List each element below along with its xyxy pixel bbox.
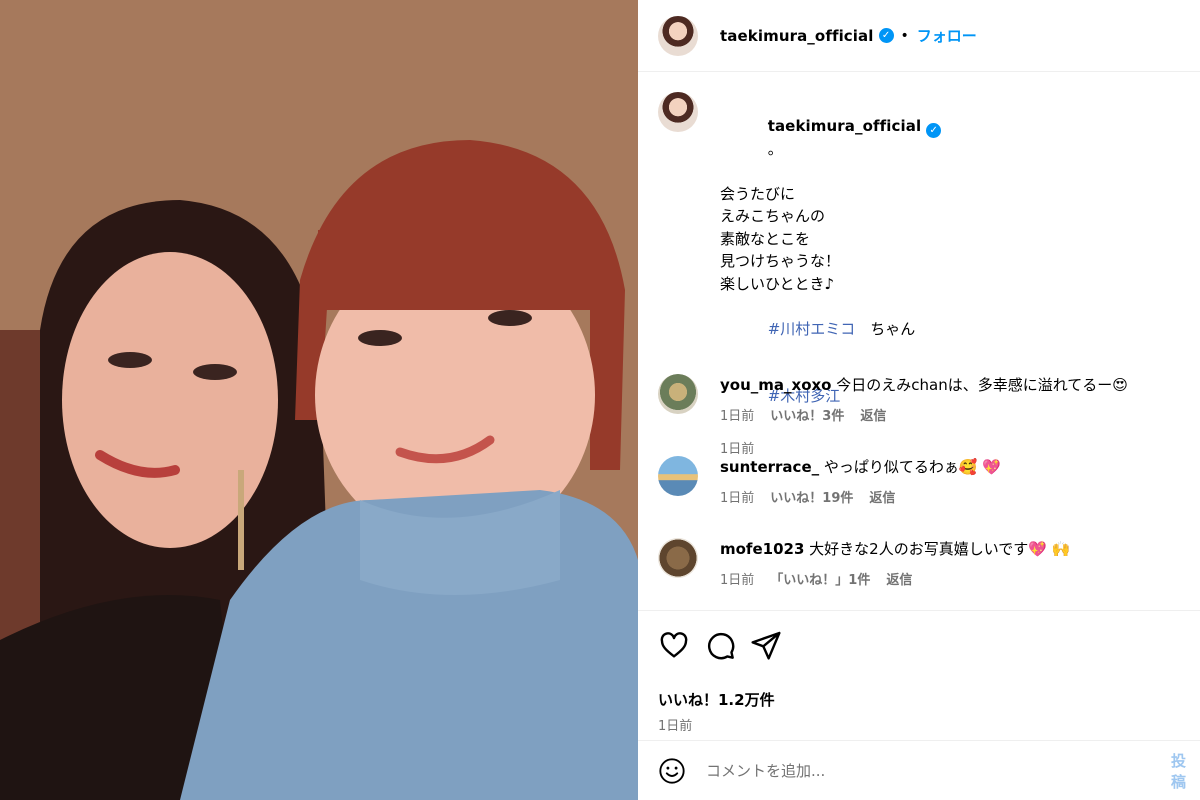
comment-item: sunterrace_ やっぱり似てるわぁ🥰 💖 1日前 いいね！19件 返信 (658, 456, 1188, 506)
caption-line: 。 (767, 139, 783, 158)
verified-badge-icon: ✓ (878, 28, 894, 43)
caption-line: 素敵なとこを (720, 229, 811, 248)
caption-line: 楽しいひととき♪ (720, 274, 835, 293)
caption-line: えみこちゃんの (720, 207, 826, 225)
author-username[interactable]: taekimura_official (720, 27, 874, 45)
comment-likes[interactable]: 「いいね！」1件 (770, 569, 870, 588)
comment-item: you_ma_xoxo 今日のえみchanは、多幸感に溢れてるー😍 1日前 いい… (658, 374, 1188, 424)
caption-username[interactable]: taekimura_official (768, 117, 922, 135)
caption-line: 見つけちゃうな！ (720, 252, 841, 270)
reply-button[interactable]: 返信 (860, 405, 886, 424)
comment-timestamp[interactable]: 1日前 (720, 569, 754, 588)
comment-input[interactable] (706, 761, 1126, 780)
comment-item: mofe1023 大好きな2人のお写真嬉しいです💖 🙌 1日前 「いいね！」1件… (658, 538, 1188, 588)
post-photo[interactable] (0, 0, 638, 800)
post-header: taekimura_official ✓ • フォロー (638, 0, 1200, 72)
caption-author-avatar[interactable] (658, 92, 698, 132)
commenter-avatar[interactable] (658, 456, 698, 496)
comment-text: やっぱり似てるわぁ🥰 💖 (823, 458, 1002, 476)
separator-dot: • (900, 27, 909, 44)
comment-text: 大好きな2人のお写真嬉しいです💖 🙌 (809, 540, 1071, 558)
reply-button[interactable]: 返信 (869, 487, 895, 506)
reply-button[interactable]: 返信 (886, 569, 912, 588)
comment-username[interactable]: mofe1023 (720, 540, 804, 558)
comment-composer: 投稿 (638, 740, 1200, 800)
commenter-avatar[interactable] (658, 374, 698, 414)
photo-illustration (0, 0, 638, 800)
comment-timestamp[interactable]: 1日前 (720, 405, 754, 424)
heart-icon[interactable] (658, 629, 690, 661)
post-comment-button[interactable]: 投稿 (1171, 750, 1200, 792)
follow-button[interactable]: フォロー (917, 25, 977, 46)
post-timestamp[interactable]: 1日前 (658, 715, 692, 734)
post-detail-panel: taekimura_official ✓ • フォロー taekimura_of… (638, 0, 1200, 800)
author-avatar[interactable] (658, 15, 698, 56)
comment-likes[interactable]: いいね！3件 (770, 405, 844, 424)
caption-line: ちゃん (855, 319, 916, 338)
like-count[interactable]: いいね！1.2万件 (658, 689, 775, 710)
comment-username[interactable]: sunterrace_ (720, 458, 819, 476)
share-icon[interactable] (750, 629, 782, 661)
comment-username[interactable]: you_ma_xoxo (720, 376, 831, 394)
actions-bar: いいね！1.2万件 1日前 (638, 610, 1200, 734)
verified-badge-icon: ✓ (926, 122, 942, 138)
smile-icon[interactable] (658, 757, 686, 785)
comment-icon[interactable] (704, 629, 736, 661)
hashtag-link[interactable]: #川村エミコ (768, 320, 856, 338)
comment-text: 今日のえみchanは、多幸感に溢れてるー😍 (836, 376, 1128, 394)
commenter-avatar[interactable] (658, 538, 698, 578)
comment-timestamp[interactable]: 1日前 (720, 487, 754, 506)
caption-line: 会うたびに (720, 184, 796, 203)
comment-likes[interactable]: いいね！19件 (770, 487, 853, 506)
